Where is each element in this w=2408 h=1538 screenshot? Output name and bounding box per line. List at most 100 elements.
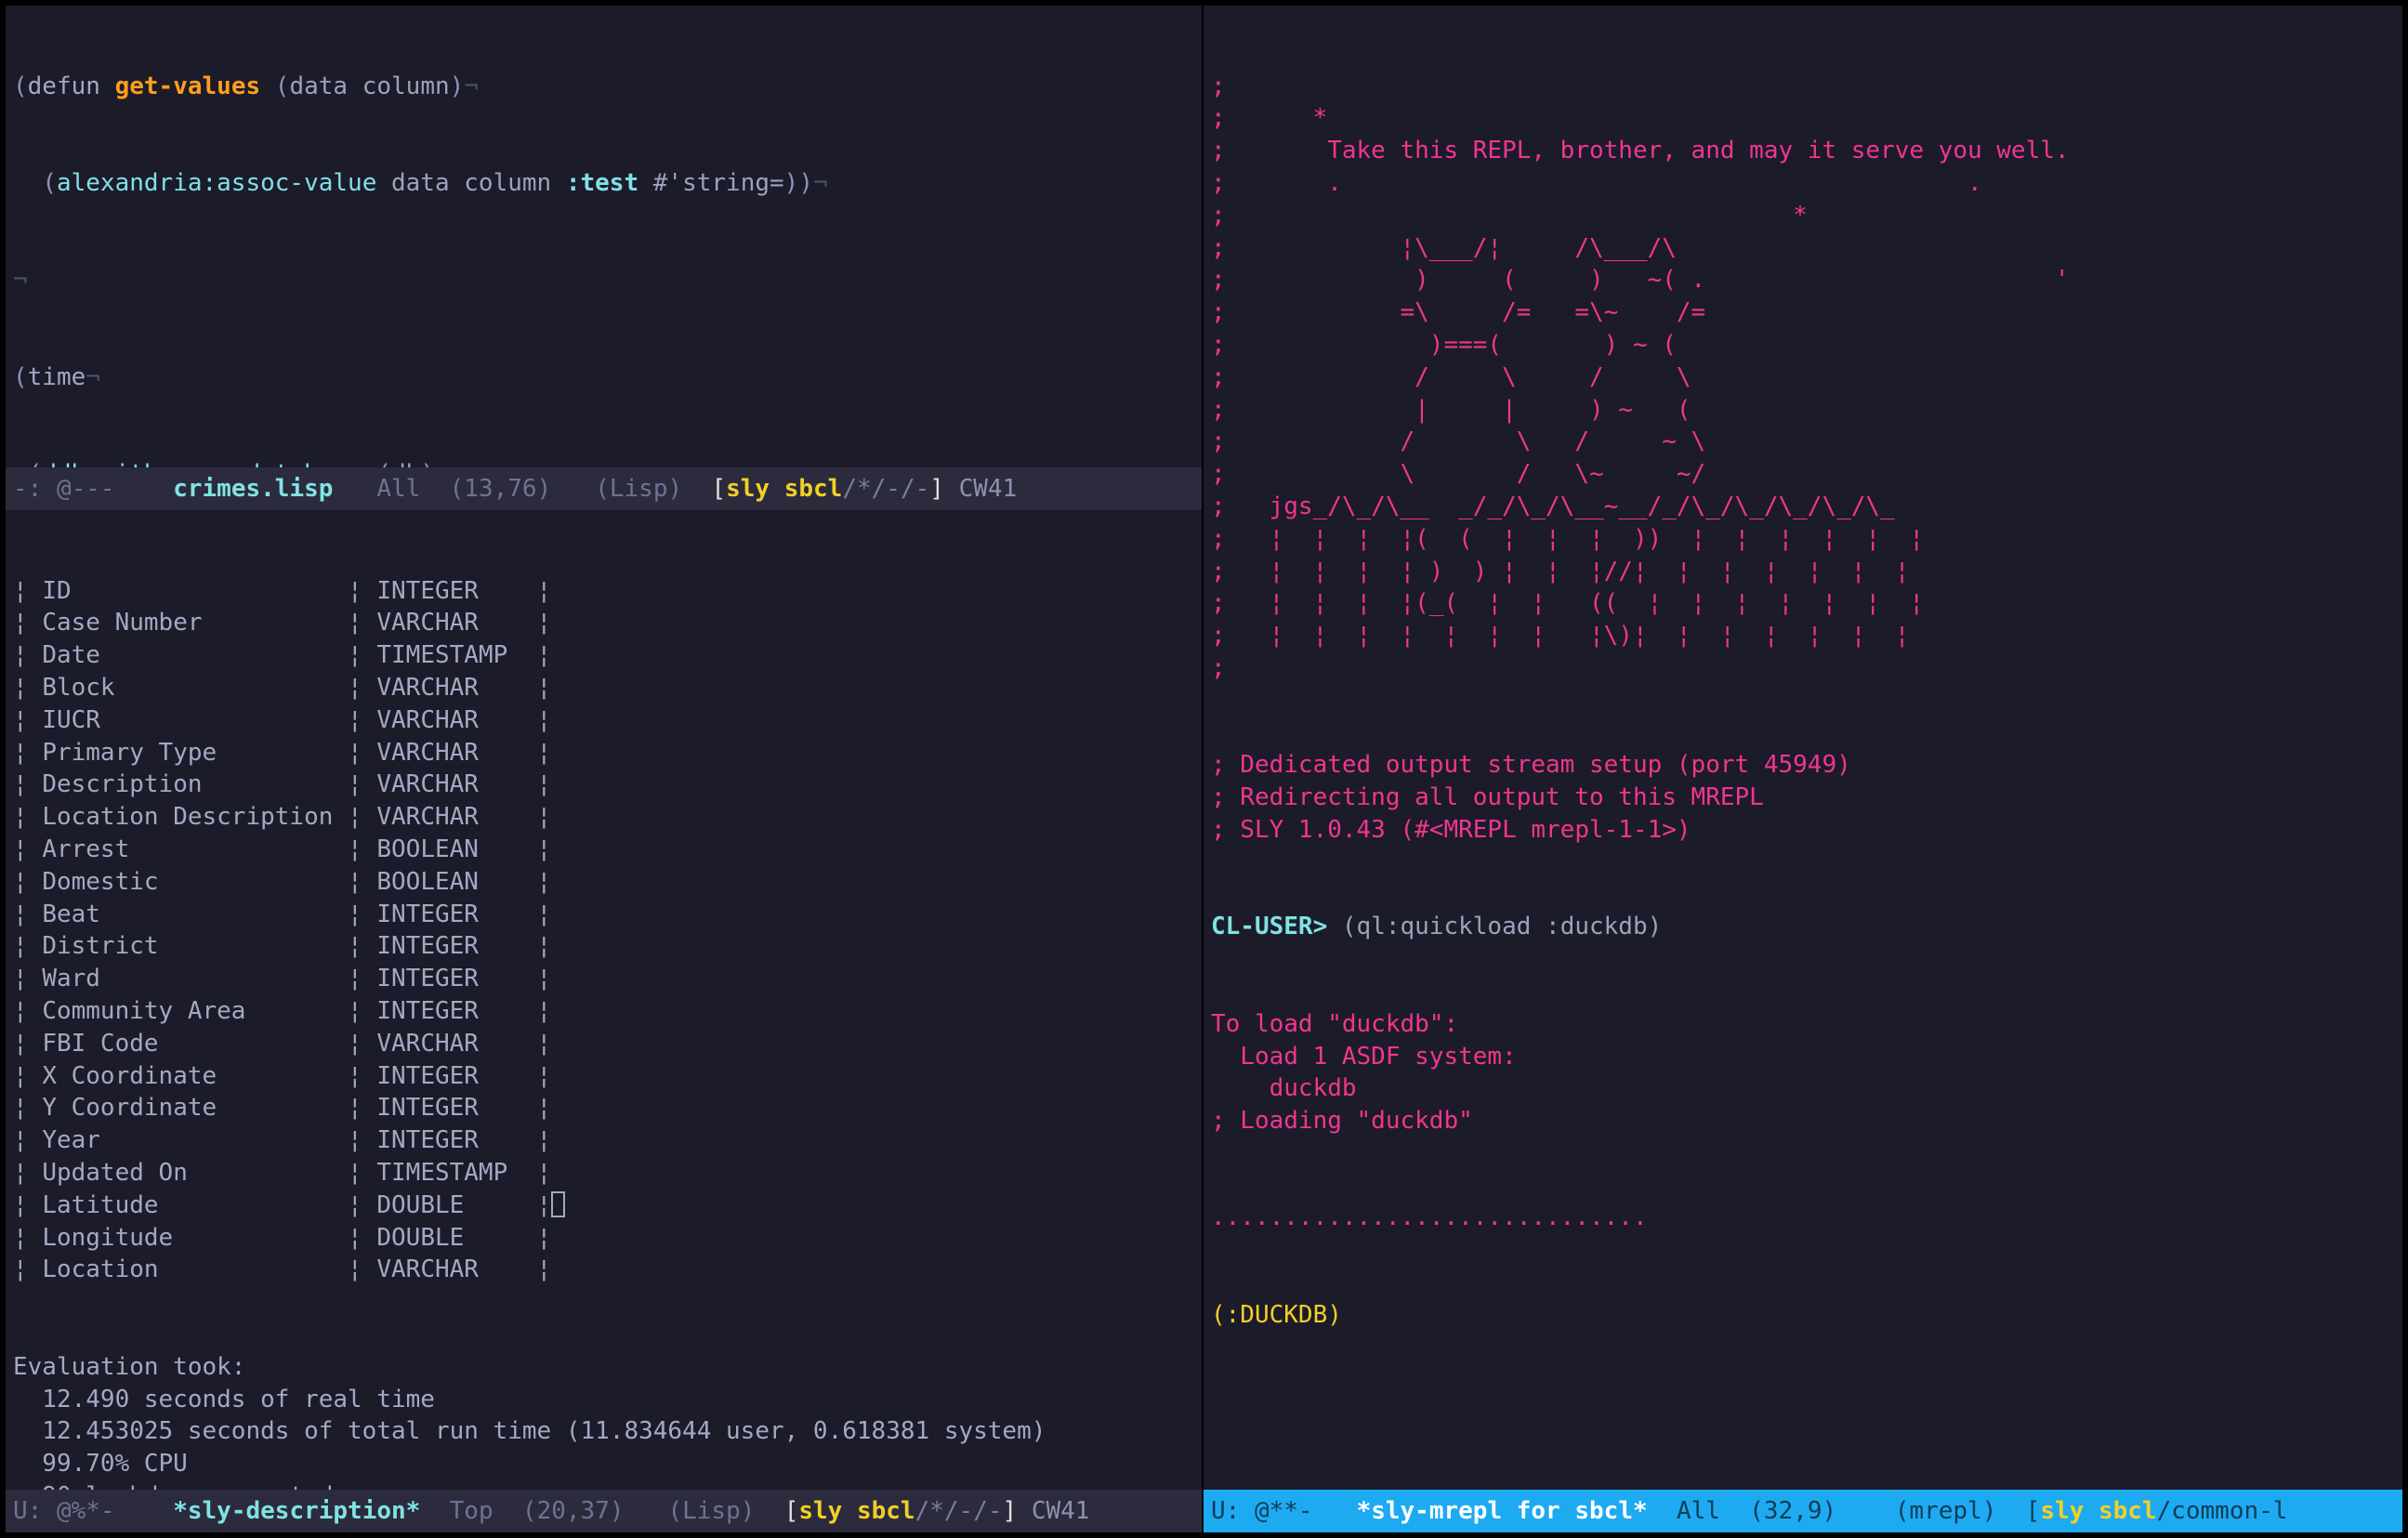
table-cell-column-type: BOOLEAN (376, 867, 537, 896)
table-cell-divider: ¦ (536, 770, 552, 799)
table-cell-divider: ¦ (348, 1094, 377, 1123)
modeline-mod-flags: @**- (1254, 1497, 1313, 1525)
table-cell-divider: ¦ (13, 965, 43, 993)
table-row: ¦ Date ¦ TIMESTAMP ¦ (6, 639, 1202, 672)
table-cell-column-type: DOUBLE (376, 1190, 537, 1219)
table-cell-divider: ¦ (13, 835, 43, 863)
timing-line: 12.453025 seconds of total run time (11.… (13, 1417, 1046, 1446)
table-cell-column-type: VARCHAR (376, 803, 537, 832)
sly-connection-label[interactable]: sly sbcl (798, 1497, 915, 1525)
repl-input[interactable]: (ql:quickload :duckdb) (1327, 913, 1662, 940)
repl-output-line: ; SLY 1.0.43 (#<MREPL mrepl-1-1>) (1211, 815, 1691, 844)
table-cell-column-type: INTEGER (376, 932, 537, 961)
table-cell-column-name: FBI Code (42, 1029, 349, 1058)
table-cell-column-name: IUCR (42, 705, 349, 734)
repl-output-line: ; Redirecting all output to this MREPL (1211, 783, 1764, 812)
timing-line: 12.490 seconds of real time (13, 1385, 435, 1413)
table-cell-divider: ¦ (348, 803, 377, 832)
table-row: ¦ ID ¦ INTEGER ¦ (6, 575, 1202, 608)
timing-report: Evaluation took: 12.490 seconds of real … (6, 1351, 1202, 1490)
sly-state: /common-l (2156, 1497, 2288, 1525)
table-cell-divider: ¦ (536, 1094, 552, 1123)
repl-prompt-line[interactable]: CL-USER> (ql:quickload :duckdb) (1204, 911, 2402, 943)
sly-mrepl-buffer[interactable]: ; ; * ; Take this REPL, brother, and may i… (1204, 6, 2402, 1490)
table-cell-divider: ¦ (348, 1190, 377, 1219)
modeline-mod-flags: @--- (56, 475, 115, 503)
modeline-description[interactable]: U: @%*- *sly-description* Top (20,37) (L… (6, 1490, 1202, 1532)
modeline-flags: U: (13, 1497, 43, 1525)
table-cell-column-type: VARCHAR (376, 1255, 537, 1284)
table-cell-column-type: VARCHAR (376, 673, 537, 702)
table-cell-divider: ¦ (13, 576, 43, 605)
repl-banner-art: ; ; * ; Take this REPL, brother, and may i… (1204, 71, 2402, 685)
right-window-column: ; ; * ; Take this REPL, brother, and may i… (1202, 6, 2402, 1532)
banner-line: ; \ / \~ ~/ (1211, 460, 1706, 489)
table-cell-divider: ¦ (13, 1029, 43, 1058)
table-cell-column-name: Domestic (42, 867, 349, 896)
table-cell-divider: ¦ (536, 1255, 552, 1284)
timing-line: 90 lambdas converted (6, 1480, 1202, 1490)
table-cell-divider: ¦ (13, 1094, 43, 1123)
table-cell-column-type: INTEGER (376, 1126, 537, 1155)
table-cell-column-type: INTEGER (376, 1061, 537, 1090)
sly-state: /*/-/- (842, 475, 930, 503)
table-cell-divider: ¦ (536, 1190, 552, 1219)
sly-connection-label[interactable]: sly sbcl (726, 475, 842, 503)
sly-connection-label[interactable]: sly sbcl (2040, 1497, 2156, 1525)
modeline-repl[interactable]: U: @**- *sly-mrepl for sbcl* All (32,9) … (1204, 1490, 2402, 1532)
banner-line: ; ¦ ¦ ¦ ¦ ) ) ¦ ¦ ¦//¦ ¦ ¦ ¦ ¦ ¦ ¦ (1211, 557, 1910, 585)
banner-line: ; =\ /= =\~ /= (1211, 298, 1706, 327)
table-row: ¦ Ward ¦ INTEGER ¦ (6, 963, 1202, 995)
sly-description-buffer[interactable]: ¦ ID ¦ INTEGER ¦ ¦ Case Number ¦ VARCHAR … (6, 510, 1202, 1490)
modeline-source[interactable]: -: @--- crimes.lisp All (13,76) (Lisp) [… (6, 467, 1202, 510)
table-cell-divider: ¦ (348, 705, 377, 734)
modeline-mod-flags: @%*- (56, 1497, 115, 1525)
modeline-buffer-name: *sly-description* (173, 1497, 421, 1525)
sly-bracket-close: ] (1002, 1497, 1018, 1525)
table-cell-column-type: BOOLEAN (376, 835, 537, 863)
table-cell-divider: ¦ (13, 1255, 43, 1284)
sly-state: /*/-/- (915, 1497, 1003, 1525)
table-cell-divider: ¦ (13, 705, 43, 734)
table-row: ¦ Location Description ¦ VARCHAR ¦ (6, 801, 1202, 834)
repl-load-line: duckdb (1211, 1074, 1357, 1103)
table-cell-divider: ¦ (536, 996, 552, 1025)
table-row: ¦ Beat ¦ INTEGER ¦ (6, 899, 1202, 931)
table-row: ¦ FBI Code ¦ VARCHAR ¦ (6, 1028, 1202, 1060)
modeline-buffer-name: crimes.lisp (173, 475, 334, 503)
table-cell-divider: ¦ (536, 705, 552, 734)
modeline-coords: (13,76) (449, 475, 552, 503)
left-window-column: (defun get-values (data column)¬ (alexan… (6, 6, 1202, 1532)
sly-bracket-open: [ (783, 1497, 799, 1525)
table-cell-column-name: District (42, 932, 349, 961)
table-cell-divider: ¦ (536, 900, 552, 928)
table-cell-divider: ¦ (536, 835, 552, 863)
table-cell-divider: ¦ (13, 770, 43, 799)
modeline-major-mode: (Lisp) (595, 475, 683, 503)
table-cell-column-name: Y Coordinate (42, 1094, 349, 1123)
modeline-position: All (1676, 1497, 1720, 1525)
banner-line: ; jgs_/\_/\__ _/_/\_/\__~__/_/\_/\_/\_/\… (1211, 492, 1895, 520)
code-line: (time¬ (13, 362, 100, 391)
table-cell-divider: ¦ (348, 673, 377, 702)
source-code-buffer[interactable]: (defun get-values (data column)¬ (alexan… (6, 6, 1202, 467)
table-cell-column-type: VARCHAR (376, 770, 537, 799)
table-cell-divider: ¦ (13, 738, 43, 767)
table-cell-divider: ¦ (348, 996, 377, 1025)
table-row: ¦ Location ¦ VARCHAR ¦ (6, 1254, 1202, 1286)
table-cell-divider: ¦ (348, 1061, 377, 1090)
table-row: ¦ Latitude ¦ DOUBLE ¦ (6, 1190, 1202, 1222)
table-cell-divider: ¦ (348, 867, 377, 896)
table-cell-divider: ¦ (348, 641, 377, 670)
table-cell-column-name: Description (42, 770, 349, 799)
table-cell-column-name: Community Area (42, 996, 349, 1025)
timing-line: 99.70% CPU (13, 1450, 188, 1479)
table-cell-divider: ¦ (536, 576, 552, 605)
table-cell-column-name: Latitude (42, 1190, 349, 1219)
modeline-extra: CW41 (1031, 1497, 1090, 1525)
table-cell-column-type: VARCHAR (376, 1029, 537, 1058)
table-cell-column-name: Primary Type (42, 738, 349, 767)
table-cell-column-type: VARCHAR (376, 738, 537, 767)
sly-bracket-open: [ (711, 475, 727, 503)
modeline-flags: -: (13, 475, 43, 503)
